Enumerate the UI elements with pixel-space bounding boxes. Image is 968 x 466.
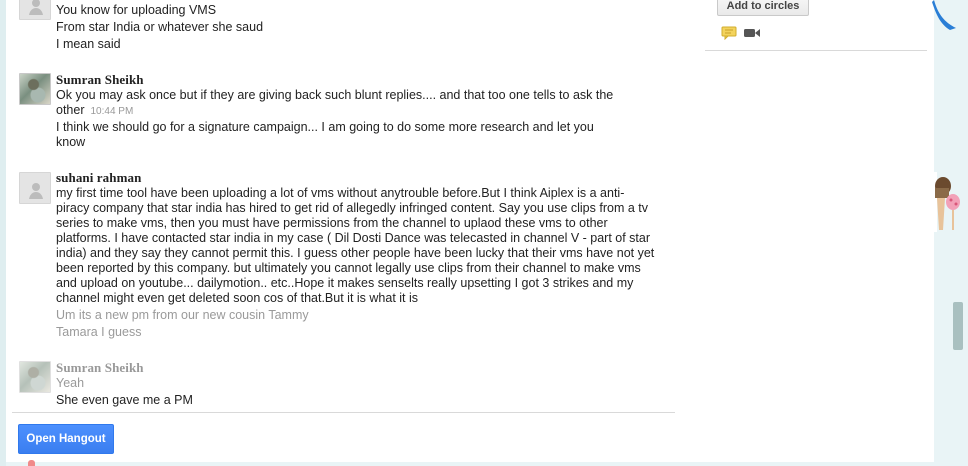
message-text: other 10:44 PM <box>56 103 133 119</box>
message-text: channel might even get deleted soon cos … <box>56 291 419 305</box>
message-text: and upload on youtube... dailymotion.. e… <box>56 276 634 290</box>
author-name: Sumran Sheikh <box>56 360 144 375</box>
add-to-circles-button[interactable]: Add to circles <box>717 0 809 16</box>
message-text: Yeah <box>56 376 85 390</box>
author-name: suhani rahman <box>56 170 142 185</box>
message-text: I think we should go for a signature cam… <box>56 120 594 134</box>
message-text: platforms. I have contacted star india i… <box>56 231 651 245</box>
scrollbar-thumb[interactable] <box>953 302 963 350</box>
default-avatar-icon <box>29 0 43 15</box>
avatar <box>19 361 51 393</box>
message-text: know <box>56 135 86 149</box>
decorative-sticker <box>929 172 960 232</box>
message-text: india) and they say they cannot permit t… <box>56 246 655 260</box>
message-text: You know for uploading VMS <box>56 3 217 17</box>
timestamp: 10:44 PM <box>90 106 134 117</box>
avatar <box>19 73 51 105</box>
decorative-shape <box>932 0 956 30</box>
decorative-shape <box>28 460 35 466</box>
avatar <box>19 172 51 204</box>
message-text: From star India or whatever she saud <box>56 20 264 34</box>
message-text: Um its a new pm from our new cousin Tamm… <box>56 308 309 322</box>
chat-bubble-icon[interactable] <box>721 26 737 40</box>
message-text: been reported by this company. but ultim… <box>56 261 641 275</box>
message-text: Ok you may ask once but if they are givi… <box>56 88 614 102</box>
message-text: my first time tool have been uploading a… <box>56 186 625 200</box>
chat-panel: You know for uploading VMS From star Ind… <box>6 0 934 462</box>
thread-divider <box>12 412 675 413</box>
default-avatar-icon <box>29 183 43 199</box>
message-text: series to make vms, then you must have p… <box>56 216 608 230</box>
message-text: I mean said <box>56 37 121 51</box>
message-line: other <box>56 103 85 117</box>
message-thread: You know for uploading VMS From star Ind… <box>6 0 676 466</box>
author-name: Sumran Sheikh <box>56 72 144 87</box>
message-text: piracy company that star india has hired… <box>56 201 648 215</box>
message-text: Tamara I guess <box>56 325 142 339</box>
side-divider <box>705 50 927 51</box>
open-hangout-button[interactable]: Open Hangout <box>18 424 114 454</box>
video-camera-icon[interactable] <box>743 27 761 39</box>
message-text: She even gave me a PM <box>56 393 193 407</box>
avatar <box>19 0 51 20</box>
